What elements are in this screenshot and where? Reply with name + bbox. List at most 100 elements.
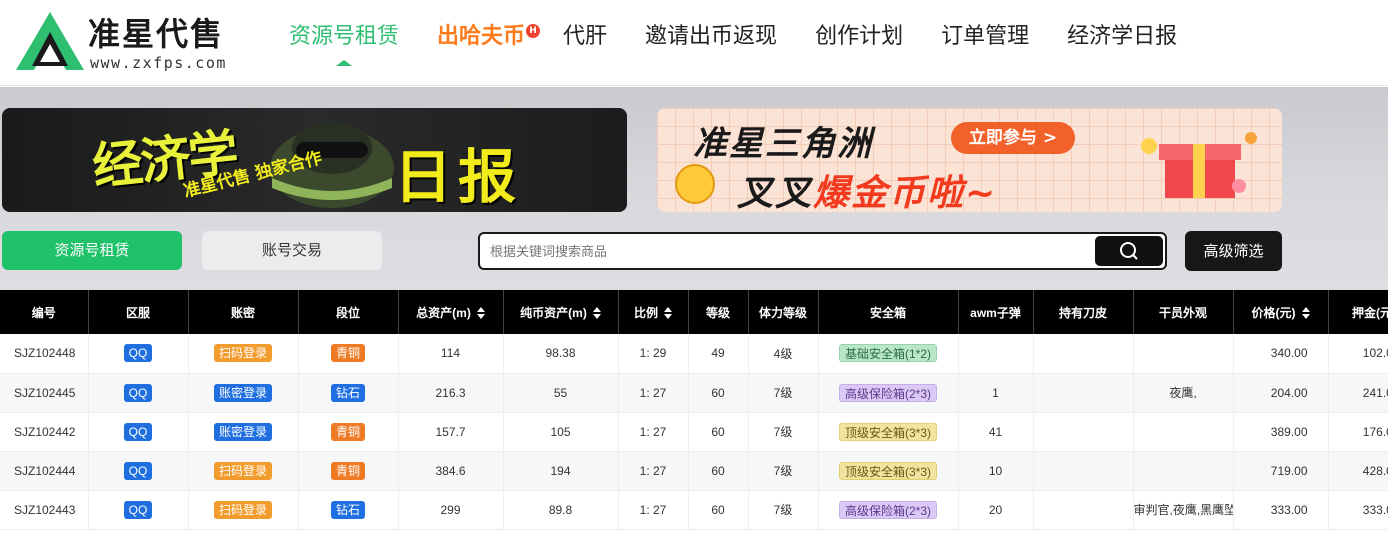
- nav-item-sell-coins[interactable]: 出哈夫币 H: [418, 22, 544, 56]
- server-tag: QQ: [123, 383, 153, 402]
- column-header-label: 账密: [230, 305, 255, 320]
- cell-server: QQ: [88, 334, 189, 373]
- column-header: 编号: [0, 290, 89, 334]
- sort-icon[interactable]: [476, 307, 485, 320]
- banner-event-title: 准星三角洲: [693, 124, 873, 164]
- cell-level: 60: [688, 373, 749, 412]
- column-header: 持有刀皮: [1033, 290, 1134, 334]
- main-nav: 资源号租赁 出哈夫币 H 代肝 邀请出币返现 创作计划 订单管理 经济学日报: [270, 22, 1196, 66]
- server-tag: QQ: [123, 344, 153, 363]
- banner-event-subtitle: 叉叉爆金币啦~: [737, 164, 997, 212]
- column-header: 区服: [88, 290, 189, 334]
- banner-event[interactable]: 准星三角洲 立即参与 > 叉叉爆金币啦~: [657, 108, 1282, 212]
- cell-stamina: 7级: [748, 490, 819, 529]
- cell-price: 340.00: [1233, 334, 1329, 373]
- cell-rank: 青铜: [298, 412, 399, 451]
- column-header-sortable[interactable]: 比例: [618, 290, 689, 334]
- sort-icon[interactable]: [664, 307, 672, 320]
- join-now-button[interactable]: 立即参与 >: [951, 122, 1075, 154]
- rank-tag: 钻石: [330, 500, 365, 519]
- cell-coin: 98.38: [503, 334, 619, 373]
- listing-grid: 编号 区服 账密 段位 总资产(m) 纯币资产(m) 比例 等级 体力等级 安全…: [0, 290, 1388, 530]
- tab-resource-rent[interactable]: 资源号租赁: [2, 231, 182, 270]
- cell-rank: 钻石: [298, 373, 399, 412]
- rank-tag: 青铜: [330, 344, 365, 363]
- login-tag: 扫码登录: [213, 500, 272, 519]
- cell-box: 基础安全箱(1*2): [818, 334, 959, 373]
- table-row[interactable]: SJZ102445 QQ 账密登录 钻石 216.3 55 1: 27 60 7…: [0, 373, 1388, 412]
- sort-icon[interactable]: [592, 307, 601, 320]
- sort-icon[interactable]: [1301, 307, 1310, 320]
- cell-awm: 20: [958, 490, 1034, 529]
- nav-item-creator[interactable]: 创作计划: [796, 22, 922, 56]
- table-row[interactable]: SJZ102443 QQ 扫码登录 钻石 299 89.8 1: 27 60 7…: [0, 490, 1388, 529]
- search-input[interactable]: [490, 234, 1090, 268]
- nav-item-daily[interactable]: 经济学日报: [1048, 22, 1196, 56]
- cell-price: 204.00: [1233, 373, 1329, 412]
- server-tag: QQ: [123, 500, 153, 519]
- rank-tag: 青铜: [330, 422, 365, 441]
- cell-stamina: 4级: [748, 334, 819, 373]
- cell-skin: [1133, 412, 1234, 451]
- column-header-label: 等级: [705, 305, 730, 320]
- cell-knife: [1033, 373, 1134, 412]
- column-header-sortable[interactable]: 总资产(m): [398, 290, 504, 334]
- cell-awm: [958, 334, 1034, 373]
- column-header-label: 持有刀皮: [1058, 305, 1107, 320]
- column-header-label: 价格(元): [1251, 305, 1296, 320]
- cell-level: 60: [688, 490, 749, 529]
- banner-economics-daily[interactable]: 经济学 准星代售 独家合作 日报: [2, 108, 627, 212]
- cell-knife: [1033, 334, 1134, 373]
- nav-item-rent[interactable]: 资源号租赁: [270, 22, 418, 66]
- column-header: 体力等级: [748, 290, 819, 334]
- cell-id: SJZ102443: [0, 490, 89, 529]
- tab-account-trade[interactable]: 账号交易: [202, 231, 382, 270]
- cell-id: SJZ102448: [0, 334, 89, 373]
- cell-server: QQ: [88, 451, 189, 490]
- column-header-sortable[interactable]: 价格(元): [1233, 290, 1329, 334]
- search-button[interactable]: [1095, 236, 1163, 266]
- column-header-label: 总资产(m): [416, 305, 471, 320]
- cell-deposit: 102.00: [1328, 334, 1388, 373]
- cell-coin: 105: [503, 412, 619, 451]
- cell-awm: 1: [958, 373, 1034, 412]
- cell-price: 719.00: [1233, 451, 1329, 490]
- cell-skin: 夜鹰,: [1133, 373, 1234, 412]
- cell-login: 扫码登录: [188, 490, 299, 529]
- cell-knife: [1033, 490, 1134, 529]
- brand-url: www.zxfps.com: [90, 54, 227, 72]
- banner-event-subtitle-a: 叉叉: [737, 173, 814, 212]
- nav-item-boost[interactable]: 代肝: [544, 22, 626, 56]
- table-row[interactable]: SJZ102442 QQ 账密登录 青铜 157.7 105 1: 27 60 …: [0, 412, 1388, 451]
- column-header-label: awm子弹: [970, 305, 1021, 320]
- cell-stamina: 7级: [748, 412, 819, 451]
- nav-item-invite[interactable]: 邀请出币返现: [626, 22, 796, 56]
- cell-server: QQ: [88, 490, 189, 529]
- cell-price: 389.00: [1233, 412, 1329, 451]
- cell-awm: 41: [958, 412, 1034, 451]
- nav-item-label: 创作计划: [815, 24, 904, 49]
- cell-deposit: 176.00: [1328, 412, 1388, 451]
- column-header: 干员外观: [1133, 290, 1234, 334]
- column-header-label: 区服: [125, 305, 150, 320]
- table-row[interactable]: SJZ102444 QQ 扫码登录 青铜 384.6 194 1: 27 60 …: [0, 451, 1388, 490]
- column-header-sortable[interactable]: 纯币资产(m): [503, 290, 619, 334]
- cell-ratio: 1: 27: [618, 373, 689, 412]
- cell-deposit: 241.00: [1328, 373, 1388, 412]
- box-tag: 基础安全箱(1*2): [838, 344, 937, 363]
- top-header: 准星代售 www.zxfps.com 资源号租赁 出哈夫币 H 代肝 邀请出币返…: [0, 0, 1388, 86]
- box-tag: 高级保险箱(2*3): [838, 383, 937, 402]
- advanced-filter-button[interactable]: 高级筛选: [1185, 231, 1282, 271]
- cell-ratio: 1: 27: [618, 412, 689, 451]
- cell-skin: 审判官,夜鹰,黑鹰坠: [1133, 490, 1234, 529]
- column-header-label: 比例: [633, 305, 658, 320]
- nav-item-label: 邀请出币返现: [645, 24, 778, 49]
- table-row[interactable]: SJZ102448 QQ 扫码登录 青铜 114 98.38 1: 29 49 …: [0, 334, 1388, 373]
- nav-item-orders[interactable]: 订单管理: [922, 22, 1048, 56]
- site-logo[interactable]: 准星代售 www.zxfps.com: [14, 10, 244, 74]
- login-tag: 扫码登录: [213, 461, 272, 480]
- rank-tag: 钻石: [330, 383, 365, 402]
- cell-box: 高级保险箱(2*3): [818, 373, 959, 412]
- cell-coin: 55: [503, 373, 619, 412]
- search-bar: [478, 232, 1167, 270]
